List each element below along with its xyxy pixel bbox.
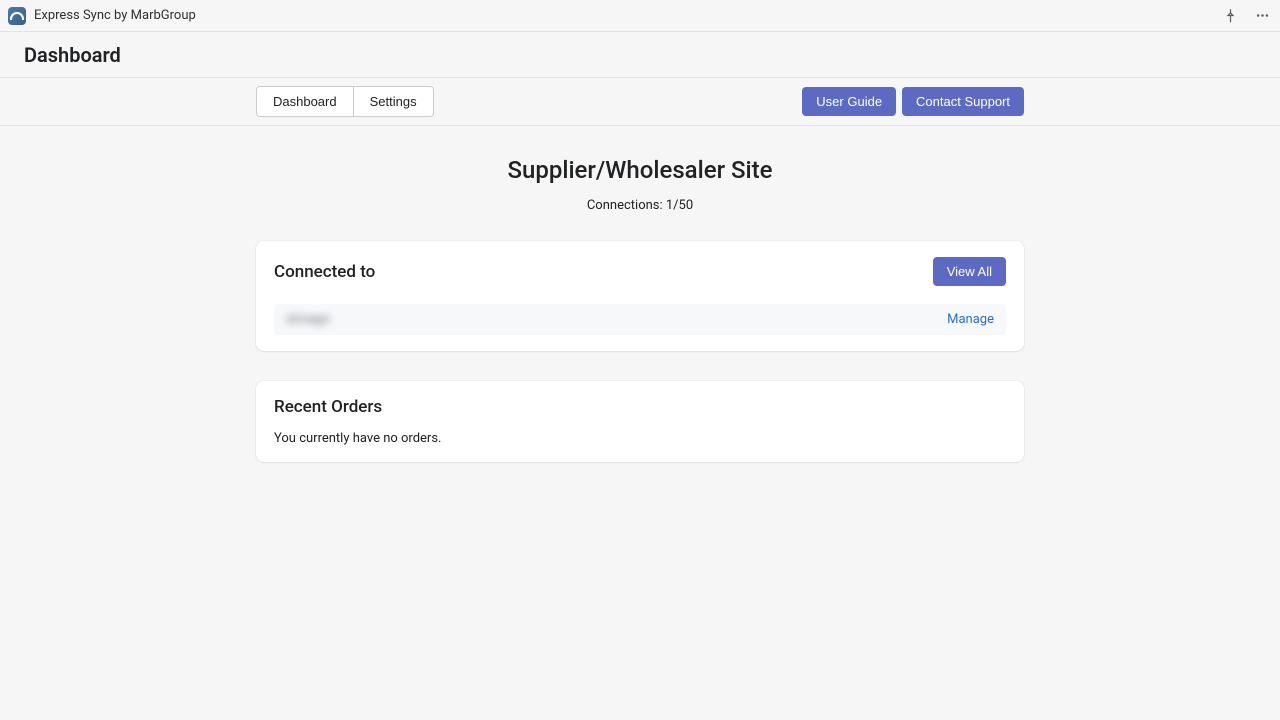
- orders-card-title: Recent Orders: [274, 397, 1006, 417]
- secondary-nav: Dashboard Settings User Guide Contact Su…: [0, 78, 1280, 126]
- user-guide-button[interactable]: User Guide: [802, 87, 896, 116]
- contact-support-button[interactable]: Contact Support: [902, 87, 1024, 116]
- app-icon: [8, 7, 26, 25]
- tab-settings[interactable]: Settings: [354, 87, 433, 116]
- manage-link[interactable]: Manage: [947, 312, 994, 327]
- page-title: Dashboard: [24, 43, 121, 67]
- connections-count: Connections: 1/50: [256, 198, 1024, 213]
- main-heading: Supplier/Wholesaler Site: [256, 156, 1024, 184]
- connection-name: stmagn: [286, 312, 330, 327]
- connected-card-header: Connected to View All: [274, 257, 1006, 286]
- top-bar-left: Express Sync by MarbGroup: [8, 7, 196, 25]
- nav-actions: User Guide Contact Support: [802, 87, 1024, 116]
- pin-icon[interactable]: [1220, 6, 1240, 26]
- top-bar: Express Sync by MarbGroup: [0, 0, 1280, 32]
- connected-card: Connected to View All stmagn Manage: [256, 241, 1024, 351]
- nav-tabs: Dashboard Settings: [256, 86, 434, 117]
- more-icon[interactable]: [1252, 6, 1272, 26]
- content: Supplier/Wholesaler Site Connections: 1/…: [128, 126, 1152, 532]
- connection-row: stmagn Manage: [274, 304, 1006, 335]
- connected-card-title: Connected to: [274, 262, 375, 282]
- tab-dashboard[interactable]: Dashboard: [257, 87, 354, 116]
- orders-empty-text: You currently have no orders.: [274, 431, 1006, 446]
- top-bar-right: [1220, 6, 1272, 26]
- orders-card: Recent Orders You currently have no orde…: [256, 381, 1024, 462]
- app-name: Express Sync by MarbGroup: [34, 8, 196, 23]
- header-bar: Dashboard: [0, 32, 1280, 78]
- view-all-button[interactable]: View All: [933, 257, 1006, 286]
